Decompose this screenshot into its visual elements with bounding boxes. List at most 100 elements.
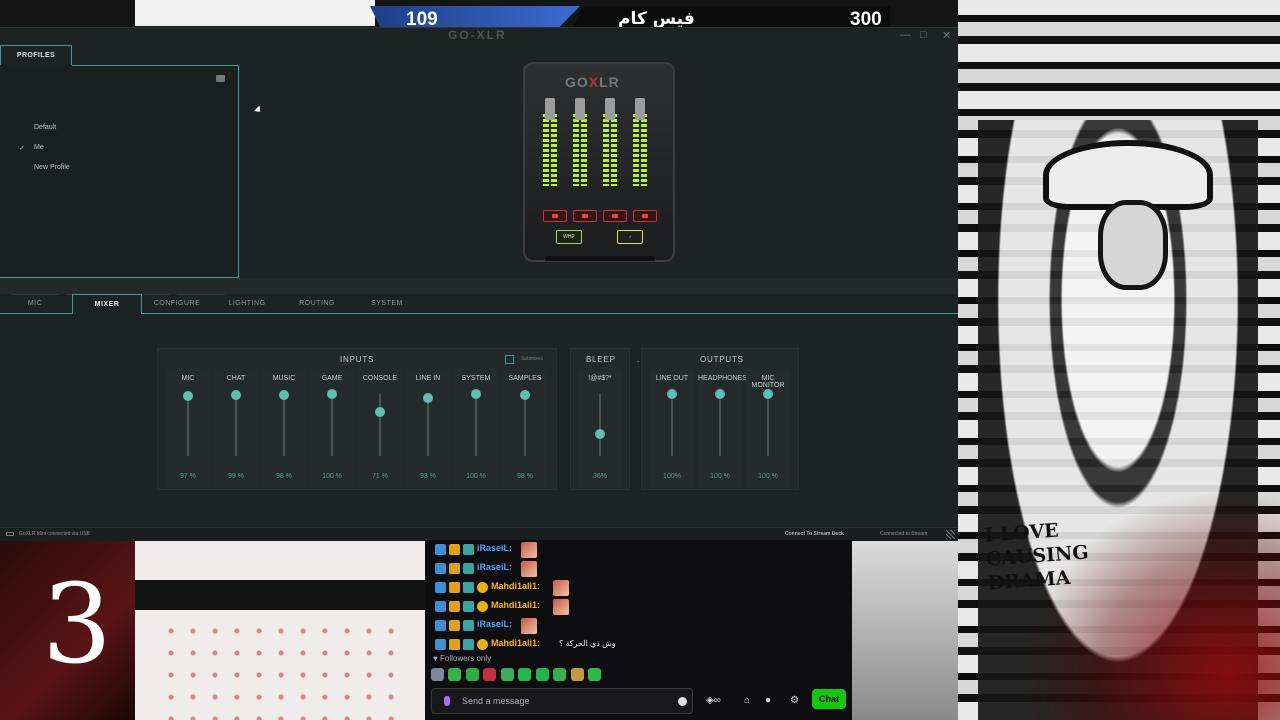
crown-badge-icon xyxy=(449,639,460,650)
chat-send-button[interactable]: Chat xyxy=(812,689,846,709)
chat-username[interactable]: iRaseiL: xyxy=(477,543,512,553)
profile-item-default[interactable]: Default xyxy=(34,124,56,131)
device-fx-button: WHP xyxy=(556,230,582,244)
points-icon[interactable]: ◈∞ xyxy=(706,695,721,706)
volume-slider-track[interactable] xyxy=(719,394,721,456)
tab-mixer[interactable]: MIXER xyxy=(72,294,142,314)
chat-username[interactable]: iRaseiL: xyxy=(477,619,512,629)
check-icon: ✓ xyxy=(19,145,25,152)
store-icon[interactable]: ⌂ xyxy=(744,695,750,706)
volume-slider-handle[interactable] xyxy=(231,389,241,400)
emote-7[interactable] xyxy=(536,668,549,681)
minimize-button[interactable]: — xyxy=(900,29,911,41)
mixer-channel-samples: SAMPLES 98 % xyxy=(503,370,547,488)
emote-8[interactable] xyxy=(553,668,566,681)
volume-slider-track[interactable] xyxy=(599,394,601,456)
channel-label: CONSOLE xyxy=(362,375,398,382)
volume-slider-handle[interactable] xyxy=(595,428,605,439)
volume-slider-handle[interactable] xyxy=(183,390,193,401)
emote-9[interactable] xyxy=(571,668,584,681)
tab-profiles[interactable]: PROFILES xyxy=(0,45,72,66)
device-logo: GOXLR xyxy=(565,74,620,90)
channel-label: GAME xyxy=(321,375,343,382)
device-mute-1 xyxy=(543,210,567,222)
volume-slider-handle[interactable] xyxy=(471,389,481,399)
chat-username[interactable]: Mahdi1ali1: xyxy=(491,638,540,648)
volume-slider-track[interactable] xyxy=(187,394,189,456)
volume-slider-handle[interactable] xyxy=(423,393,433,404)
mixer-channel-line-in: LINE IN 93 % xyxy=(406,370,450,488)
prime-badge-icon xyxy=(435,582,446,593)
volume-slider-track[interactable] xyxy=(379,394,381,456)
maximize-button[interactable]: □ xyxy=(920,29,927,41)
counter-title: فيس كام xyxy=(618,9,695,29)
channel-label: !@#$?* xyxy=(588,375,612,382)
tab-routing[interactable]: ROUTING xyxy=(282,294,352,314)
folder-icon[interactable] xyxy=(216,75,225,82)
chat-message: Mahdi1ali1: وش ذي الحركة ؟ xyxy=(435,637,845,653)
tab-mic[interactable]: MIC xyxy=(0,294,70,314)
tab-configure[interactable]: CONFIGURE xyxy=(142,294,212,314)
chat-message: iRaseiL: xyxy=(435,618,845,634)
volume-slider-track[interactable] xyxy=(767,394,769,456)
volume-slider-track[interactable] xyxy=(524,394,526,456)
chat-message: Mahdi1ali1: xyxy=(435,599,845,615)
settings-gear-icon[interactable]: ⚙ xyxy=(790,695,799,706)
volume-slider-handle[interactable] xyxy=(327,389,337,399)
emote-10[interactable] xyxy=(588,668,601,681)
volume-slider-track[interactable] xyxy=(235,394,237,456)
volume-slider-handle[interactable] xyxy=(375,406,385,417)
volume-slider-handle[interactable] xyxy=(279,390,289,401)
channel-value: 100 % xyxy=(322,473,342,480)
volume-slider-track[interactable] xyxy=(475,394,477,456)
app-logo: GO-XLR xyxy=(448,28,507,42)
title-bar: GO-XLR — □ ✕ xyxy=(0,28,958,46)
volume-slider-track[interactable] xyxy=(283,394,285,456)
profile-item-me[interactable]: Me xyxy=(34,144,44,151)
stream-status: Connected to Stream xyxy=(880,531,928,537)
goxlr-window: GO-XLR — □ ✕ PROFILES Default ✓ Me New P… xyxy=(0,27,958,541)
big-number: 3 xyxy=(42,560,112,688)
stream-deck-link[interactable]: Connect To Stream Deck xyxy=(785,531,844,537)
channel-value: 99 % xyxy=(228,473,244,480)
volume-slider-handle[interactable] xyxy=(520,390,530,401)
submixes-checkbox[interactable] xyxy=(505,355,514,364)
chat-username[interactable]: Mahdi1ali1: xyxy=(491,581,540,591)
black-band xyxy=(135,580,425,610)
chat-emote-image xyxy=(521,561,537,577)
chat-input[interactable]: Send a message xyxy=(431,688,693,714)
volume-slider-track[interactable] xyxy=(427,394,429,456)
dark-red-panel: 3 xyxy=(0,540,135,720)
chat-message: iRaseiL: xyxy=(435,561,845,577)
chat-message: iRaseiL: xyxy=(435,542,845,558)
close-button[interactable]: ✕ xyxy=(942,29,951,42)
tab-system[interactable]: SYSTEM xyxy=(352,294,422,314)
followers-only-label: ♥ Followers only xyxy=(433,654,492,663)
volume-slider-handle[interactable] xyxy=(763,389,773,399)
chat-username[interactable]: Mahdi1ali1: xyxy=(491,600,540,610)
resize-grip-icon[interactable] xyxy=(946,530,955,539)
prime-badge-icon xyxy=(435,544,446,555)
volume-slider-handle[interactable] xyxy=(715,389,725,399)
device-fader-3 xyxy=(603,94,617,186)
volume-slider-track[interactable] xyxy=(671,394,673,456)
emote-3[interactable] xyxy=(466,668,479,681)
emote-2[interactable] xyxy=(448,668,461,681)
emote-6[interactable] xyxy=(518,668,531,681)
emote-4[interactable] xyxy=(483,668,496,681)
outputs-title: OUTPUTS xyxy=(700,355,744,364)
emote-1[interactable] xyxy=(431,668,444,681)
emote-5[interactable] xyxy=(501,668,514,681)
profiles-divider xyxy=(72,65,238,66)
volume-slider-track[interactable] xyxy=(331,394,333,456)
chat-bubble-icon[interactable]: ● xyxy=(765,695,771,706)
profile-item-new[interactable]: New Profile xyxy=(34,164,70,171)
volume-slider-handle[interactable] xyxy=(667,389,677,399)
microphone-icon[interactable] xyxy=(444,696,450,706)
channel-label: SYSTEM xyxy=(461,375,491,382)
chat-input-placeholder: Send a message xyxy=(462,696,530,706)
verified-badge-icon xyxy=(463,620,474,631)
chat-username[interactable]: iRaseiL: xyxy=(477,562,512,572)
tab-lighting[interactable]: LIGHTING xyxy=(212,294,282,314)
emoji-icon[interactable] xyxy=(678,697,687,706)
